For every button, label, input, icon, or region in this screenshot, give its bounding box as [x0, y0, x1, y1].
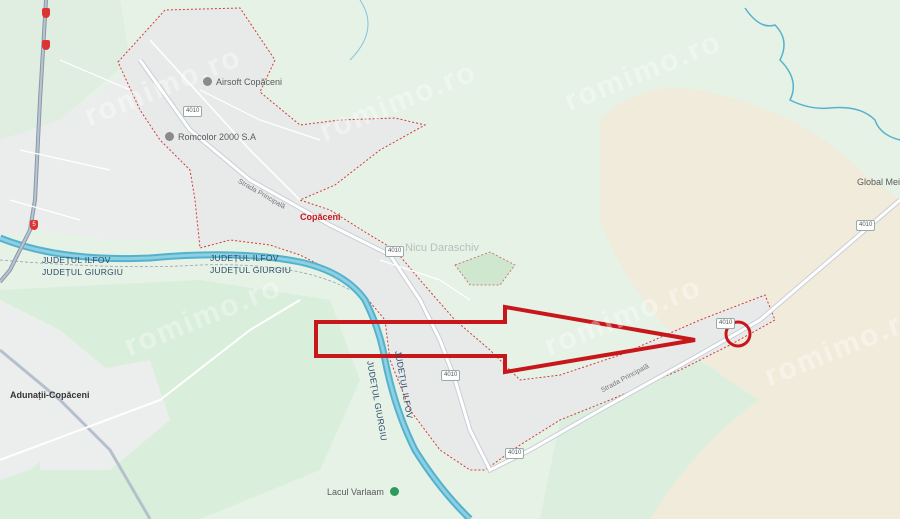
- road-shield: 4010: [716, 318, 736, 329]
- county-label: JUDEȚUL ILFOV: [42, 255, 111, 265]
- county-label: JUDEȚUL GIURGIU: [42, 267, 124, 277]
- county-label: JUDEȚUL GIURGIU: [210, 265, 292, 275]
- park-pin-icon: [390, 487, 400, 496]
- town-label-adunatii[interactable]: Adunații-Copăceni: [10, 390, 90, 400]
- poi-lacul[interactable]: Lacul Varlaam: [327, 487, 403, 497]
- poi-romcolor[interactable]: Romcolor 2000 S.A: [165, 132, 256, 142]
- national-road-shield: [42, 8, 50, 18]
- road-shield: 4010: [441, 370, 461, 381]
- poi-label: Romcolor 2000 S.A: [178, 132, 257, 142]
- poi-airsoft[interactable]: Airsoft Copăceni: [203, 77, 282, 87]
- national-road-shield: 5: [30, 220, 38, 230]
- road-shield: 4010: [183, 106, 203, 117]
- road-shield: 4010: [856, 220, 876, 231]
- poi-pin-icon: [203, 77, 212, 86]
- road-shield: 4010: [505, 448, 525, 459]
- town-label-copaceni[interactable]: Copăceni: [300, 212, 341, 222]
- place-label-global[interactable]: Global Mei: [857, 177, 900, 187]
- poi-label: Airsoft Copăceni: [216, 77, 283, 87]
- map-canvas[interactable]: romimo.ro romimo.ro romimo.ro romimo.ro …: [0, 0, 900, 519]
- poi-label: Lacul Varlaam: [327, 487, 384, 497]
- county-label: JUDEȚUL ILFOV: [210, 253, 279, 263]
- faint-caption: Nicu Daraschiv: [405, 242, 479, 254]
- road-shield: 4010: [385, 246, 405, 257]
- national-road-shield: [42, 40, 50, 50]
- poi-pin-icon: [165, 132, 174, 141]
